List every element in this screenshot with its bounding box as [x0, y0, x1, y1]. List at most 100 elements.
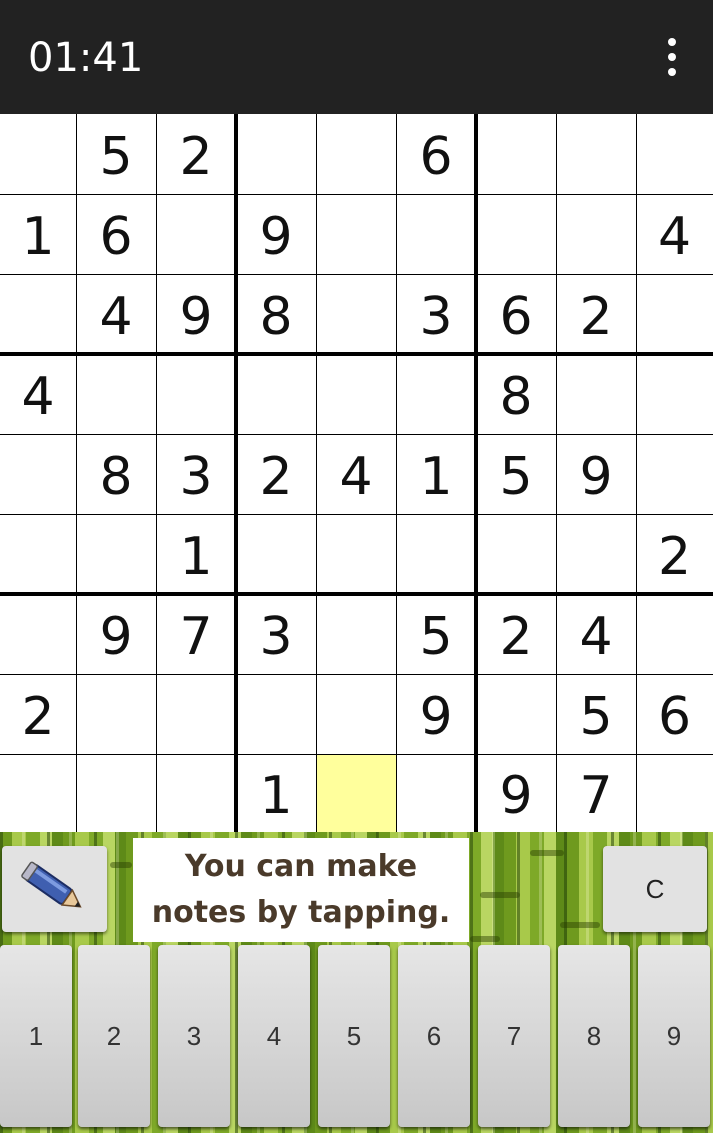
sudoku-cell-r8c9[interactable]: 6: [636, 674, 713, 754]
hint-message: You can make notes by tapping.: [133, 838, 469, 942]
sudoku-cell-r9c3[interactable]: [156, 754, 236, 832]
sudoku-cell-r3c6[interactable]: 3: [396, 274, 476, 354]
sudoku-cell-r7c7[interactable]: 2: [476, 594, 556, 674]
sudoku-cell-r6c8[interactable]: [556, 514, 636, 594]
sudoku-cell-r9c2[interactable]: [76, 754, 156, 832]
sudoku-cell-r4c4[interactable]: [236, 354, 316, 434]
grid-line-vertical: [556, 114, 557, 832]
sudoku-cell-r1c6[interactable]: 6: [396, 114, 476, 194]
sudoku-cell-r6c4[interactable]: [236, 514, 316, 594]
sudoku-cell-r1c3[interactable]: 2: [156, 114, 236, 194]
sudoku-cell-r4c1[interactable]: 4: [0, 354, 76, 434]
sudoku-cell-r9c1[interactable]: [0, 754, 76, 832]
sudoku-cell-r2c1[interactable]: 1: [0, 194, 76, 274]
sudoku-cell-r1c2[interactable]: 5: [76, 114, 156, 194]
sudoku-cell-r2c3[interactable]: [156, 194, 236, 274]
sudoku-cell-r6c1[interactable]: [0, 514, 76, 594]
number-key-4[interactable]: 4: [238, 945, 310, 1127]
sudoku-cell-r8c5[interactable]: [316, 674, 396, 754]
sudoku-cell-r1c5[interactable]: [316, 114, 396, 194]
sudoku-cell-r7c5[interactable]: [316, 594, 396, 674]
sudoku-cell-r4c6[interactable]: [396, 354, 476, 434]
sudoku-cell-r2c7[interactable]: [476, 194, 556, 274]
sudoku-cell-r9c9[interactable]: [636, 754, 713, 832]
number-key-3[interactable]: 3: [158, 945, 230, 1127]
number-key-7[interactable]: 7: [478, 945, 550, 1127]
sudoku-cell-r9c5[interactable]: [316, 754, 396, 832]
sudoku-cell-r9c6[interactable]: [396, 754, 476, 832]
sudoku-cell-r3c8[interactable]: 2: [556, 274, 636, 354]
number-key-8[interactable]: 8: [558, 945, 630, 1127]
sudoku-cell-r5c8[interactable]: 9: [556, 434, 636, 514]
grid-line-vertical: [636, 114, 637, 832]
sudoku-cell-r4c2[interactable]: [76, 354, 156, 434]
sudoku-cell-r1c8[interactable]: [556, 114, 636, 194]
sudoku-cell-r7c2[interactable]: 9: [76, 594, 156, 674]
sudoku-cell-r9c7[interactable]: 9: [476, 754, 556, 832]
sudoku-cell-r3c5[interactable]: [316, 274, 396, 354]
sudoku-cell-r5c5[interactable]: 4: [316, 434, 396, 514]
sudoku-cell-r5c6[interactable]: 1: [396, 434, 476, 514]
notes-pencil-button[interactable]: [2, 846, 107, 932]
sudoku-cell-r5c3[interactable]: 3: [156, 434, 236, 514]
sudoku-cell-r5c2[interactable]: 8: [76, 434, 156, 514]
sudoku-cell-r1c7[interactable]: [476, 114, 556, 194]
number-key-5[interactable]: 5: [318, 945, 390, 1127]
sudoku-cell-r9c4[interactable]: 1: [236, 754, 316, 832]
sudoku-cell-r9c8[interactable]: 7: [556, 754, 636, 832]
sudoku-cell-r8c3[interactable]: [156, 674, 236, 754]
sudoku-cell-r2c6[interactable]: [396, 194, 476, 274]
number-key-2[interactable]: 2: [78, 945, 150, 1127]
sudoku-cell-r6c3[interactable]: 1: [156, 514, 236, 594]
sudoku-cell-r1c9[interactable]: [636, 114, 713, 194]
sudoku-cell-r2c5[interactable]: [316, 194, 396, 274]
grid-line-vertical: [76, 114, 77, 832]
sudoku-cell-r7c8[interactable]: 4: [556, 594, 636, 674]
sudoku-cell-r4c7[interactable]: 8: [476, 354, 556, 434]
overflow-menu-icon[interactable]: [661, 38, 683, 76]
sudoku-cell-r3c3[interactable]: 9: [156, 274, 236, 354]
sudoku-cell-r5c7[interactable]: 5: [476, 434, 556, 514]
sudoku-cell-r6c2[interactable]: [76, 514, 156, 594]
sudoku-cell-r8c4[interactable]: [236, 674, 316, 754]
sudoku-cell-r7c9[interactable]: [636, 594, 713, 674]
number-key-9[interactable]: 9: [638, 945, 710, 1127]
sudoku-cell-r3c9[interactable]: [636, 274, 713, 354]
sudoku-cell-r7c4[interactable]: 3: [236, 594, 316, 674]
sudoku-cell-r1c1[interactable]: [0, 114, 76, 194]
sudoku-cell-r3c1[interactable]: [0, 274, 76, 354]
sudoku-cell-r7c3[interactable]: 7: [156, 594, 236, 674]
sudoku-cell-r7c6[interactable]: 5: [396, 594, 476, 674]
sudoku-cell-r4c3[interactable]: [156, 354, 236, 434]
sudoku-cell-r8c2[interactable]: [76, 674, 156, 754]
sudoku-cell-r4c9[interactable]: [636, 354, 713, 434]
sudoku-cell-r8c6[interactable]: 9: [396, 674, 476, 754]
sudoku-cell-r4c8[interactable]: [556, 354, 636, 434]
number-key-6[interactable]: 6: [398, 945, 470, 1127]
sudoku-cell-r6c9[interactable]: 2: [636, 514, 713, 594]
sudoku-board: 5261694498362488324159129735242956197: [0, 114, 713, 832]
clear-button[interactable]: C: [603, 846, 707, 932]
sudoku-cell-r6c5[interactable]: [316, 514, 396, 594]
sudoku-cell-r3c7[interactable]: 6: [476, 274, 556, 354]
sudoku-cell-r2c8[interactable]: [556, 194, 636, 274]
sudoku-cell-r3c2[interactable]: 4: [76, 274, 156, 354]
number-key-1[interactable]: 1: [0, 945, 72, 1127]
sudoku-cell-r6c6[interactable]: [396, 514, 476, 594]
sudoku-cell-r8c8[interactable]: 5: [556, 674, 636, 754]
sudoku-cell-r7c1[interactable]: [0, 594, 76, 674]
timer: 01:41: [28, 35, 144, 81]
sudoku-cell-r5c4[interactable]: 2: [236, 434, 316, 514]
sudoku-cell-r2c9[interactable]: 4: [636, 194, 713, 274]
sudoku-cell-r5c9[interactable]: [636, 434, 713, 514]
sudoku-cell-r2c4[interactable]: 9: [236, 194, 316, 274]
box-divider-horizontal: [0, 592, 713, 596]
sudoku-cell-r5c1[interactable]: [0, 434, 76, 514]
sudoku-cell-r1c4[interactable]: [236, 114, 316, 194]
sudoku-cell-r8c1[interactable]: 2: [0, 674, 76, 754]
sudoku-cell-r3c4[interactable]: 8: [236, 274, 316, 354]
sudoku-cell-r8c7[interactable]: [476, 674, 556, 754]
sudoku-cell-r2c2[interactable]: 6: [76, 194, 156, 274]
sudoku-cell-r4c5[interactable]: [316, 354, 396, 434]
sudoku-cell-r6c7[interactable]: [476, 514, 556, 594]
